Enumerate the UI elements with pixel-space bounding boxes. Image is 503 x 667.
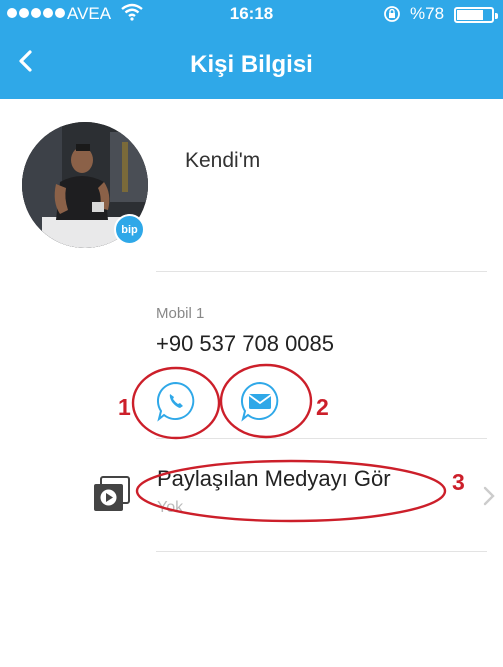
shared-media-link[interactable]: Paylaşılan Medyayı Gör — [157, 466, 391, 492]
bip-badge: bip — [114, 214, 145, 245]
status-bar: AVEA 16:18 %78 — [0, 0, 503, 30]
phone-number[interactable]: +90 537 708 0085 — [156, 331, 334, 357]
divider — [156, 438, 487, 439]
page-title: Kişi Bilgisi — [190, 51, 313, 78]
shared-media-count: Yok — [157, 499, 184, 516]
annotation-number-2: 2 — [316, 394, 329, 420]
annotation-number-1: 1 — [118, 394, 131, 420]
phone-label: Mobil 1 — [156, 305, 205, 322]
chevron-right-icon[interactable] — [482, 485, 496, 507]
call-button[interactable] — [155, 380, 197, 422]
contact-name: Kendi'm — [185, 149, 261, 172]
battery-percent: %78 — [410, 4, 445, 23]
header-bar: AVEA 16:18 %78 Kişi Bilgisi — [0, 0, 503, 99]
message-button[interactable] — [239, 380, 281, 422]
contact-info-screen: AVEA 16:18 %78 Kişi Bilgisi bip Kendi'm … — [0, 0, 503, 667]
battery-icon — [454, 7, 498, 23]
rotation-lock-icon — [384, 6, 400, 22]
divider — [156, 271, 487, 272]
divider — [156, 551, 487, 552]
annotation-number-3: 3 — [452, 469, 465, 495]
media-gallery-icon — [94, 476, 130, 511]
